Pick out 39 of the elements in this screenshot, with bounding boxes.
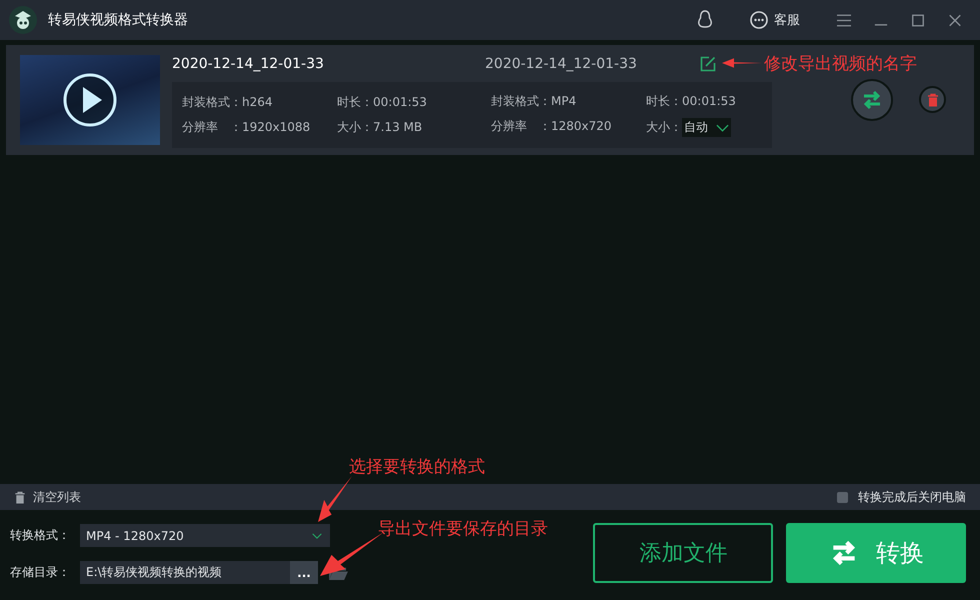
file-name: 2020-12-14_12-01-33 bbox=[172, 56, 325, 72]
property-text: 封装格式：MP4 bbox=[491, 93, 578, 110]
output-file-name: 2020-12-14_12-01-33 bbox=[485, 56, 638, 72]
window-title: 转易侠视频格式转换器 bbox=[48, 11, 188, 29]
clear-list-button[interactable]: 清空列表 bbox=[14, 488, 81, 506]
property-text: 大小：7.13 MB bbox=[337, 119, 424, 136]
format-label: 转换格式： bbox=[10, 527, 71, 544]
convert-file-button[interactable] bbox=[851, 79, 893, 121]
format-dropdown[interactable]: MP4 - 1280x720 bbox=[80, 524, 330, 547]
directory-field[interactable]: E:\转易侠视频转换的视频 bbox=[80, 561, 290, 584]
size-dropdown[interactable]: 自动 bbox=[682, 118, 731, 137]
play-icon[interactable] bbox=[62, 72, 118, 128]
edit-icon[interactable] bbox=[700, 56, 716, 72]
browse-button[interactable]: ... bbox=[290, 561, 318, 584]
menu-icon[interactable] bbox=[837, 14, 851, 26]
annotation-text: 选择要转换的格式 bbox=[349, 456, 485, 478]
app-logo-icon bbox=[8, 5, 38, 35]
annotation-text: 导出文件要保存的目录 bbox=[378, 518, 548, 540]
trash-icon bbox=[926, 92, 938, 106]
chat-bubble-icon bbox=[749, 10, 769, 30]
property-label: 大小： bbox=[646, 119, 682, 136]
add-file-button[interactable]: 添加文件 bbox=[593, 523, 774, 583]
close-icon[interactable] bbox=[948, 14, 962, 26]
trash-icon bbox=[14, 490, 26, 504]
chevron-down-icon bbox=[312, 532, 322, 538]
chevron-down-icon bbox=[716, 124, 729, 132]
annotation-text: 修改导出视频的名字 bbox=[764, 53, 917, 75]
property-text: 分辨率 ：1280x720 bbox=[491, 118, 613, 135]
delete-button[interactable] bbox=[919, 86, 946, 113]
directory-label: 存储目录： bbox=[10, 564, 71, 581]
support-button[interactable]: 客服 bbox=[749, 10, 800, 30]
annotation-arrow bbox=[318, 476, 352, 522]
property-text: 封装格式：h264 bbox=[182, 94, 274, 111]
checkbox[interactable] bbox=[837, 492, 848, 502]
property-text: 时长：00:01:53 bbox=[646, 93, 737, 110]
maximize-icon[interactable] bbox=[911, 14, 925, 26]
property-text: 时长：00:01:53 bbox=[337, 94, 428, 111]
shutdown-label: 转换完成后关闭电脑 bbox=[858, 488, 966, 506]
property-text: 分辨率 ：1920x1088 bbox=[182, 119, 312, 136]
